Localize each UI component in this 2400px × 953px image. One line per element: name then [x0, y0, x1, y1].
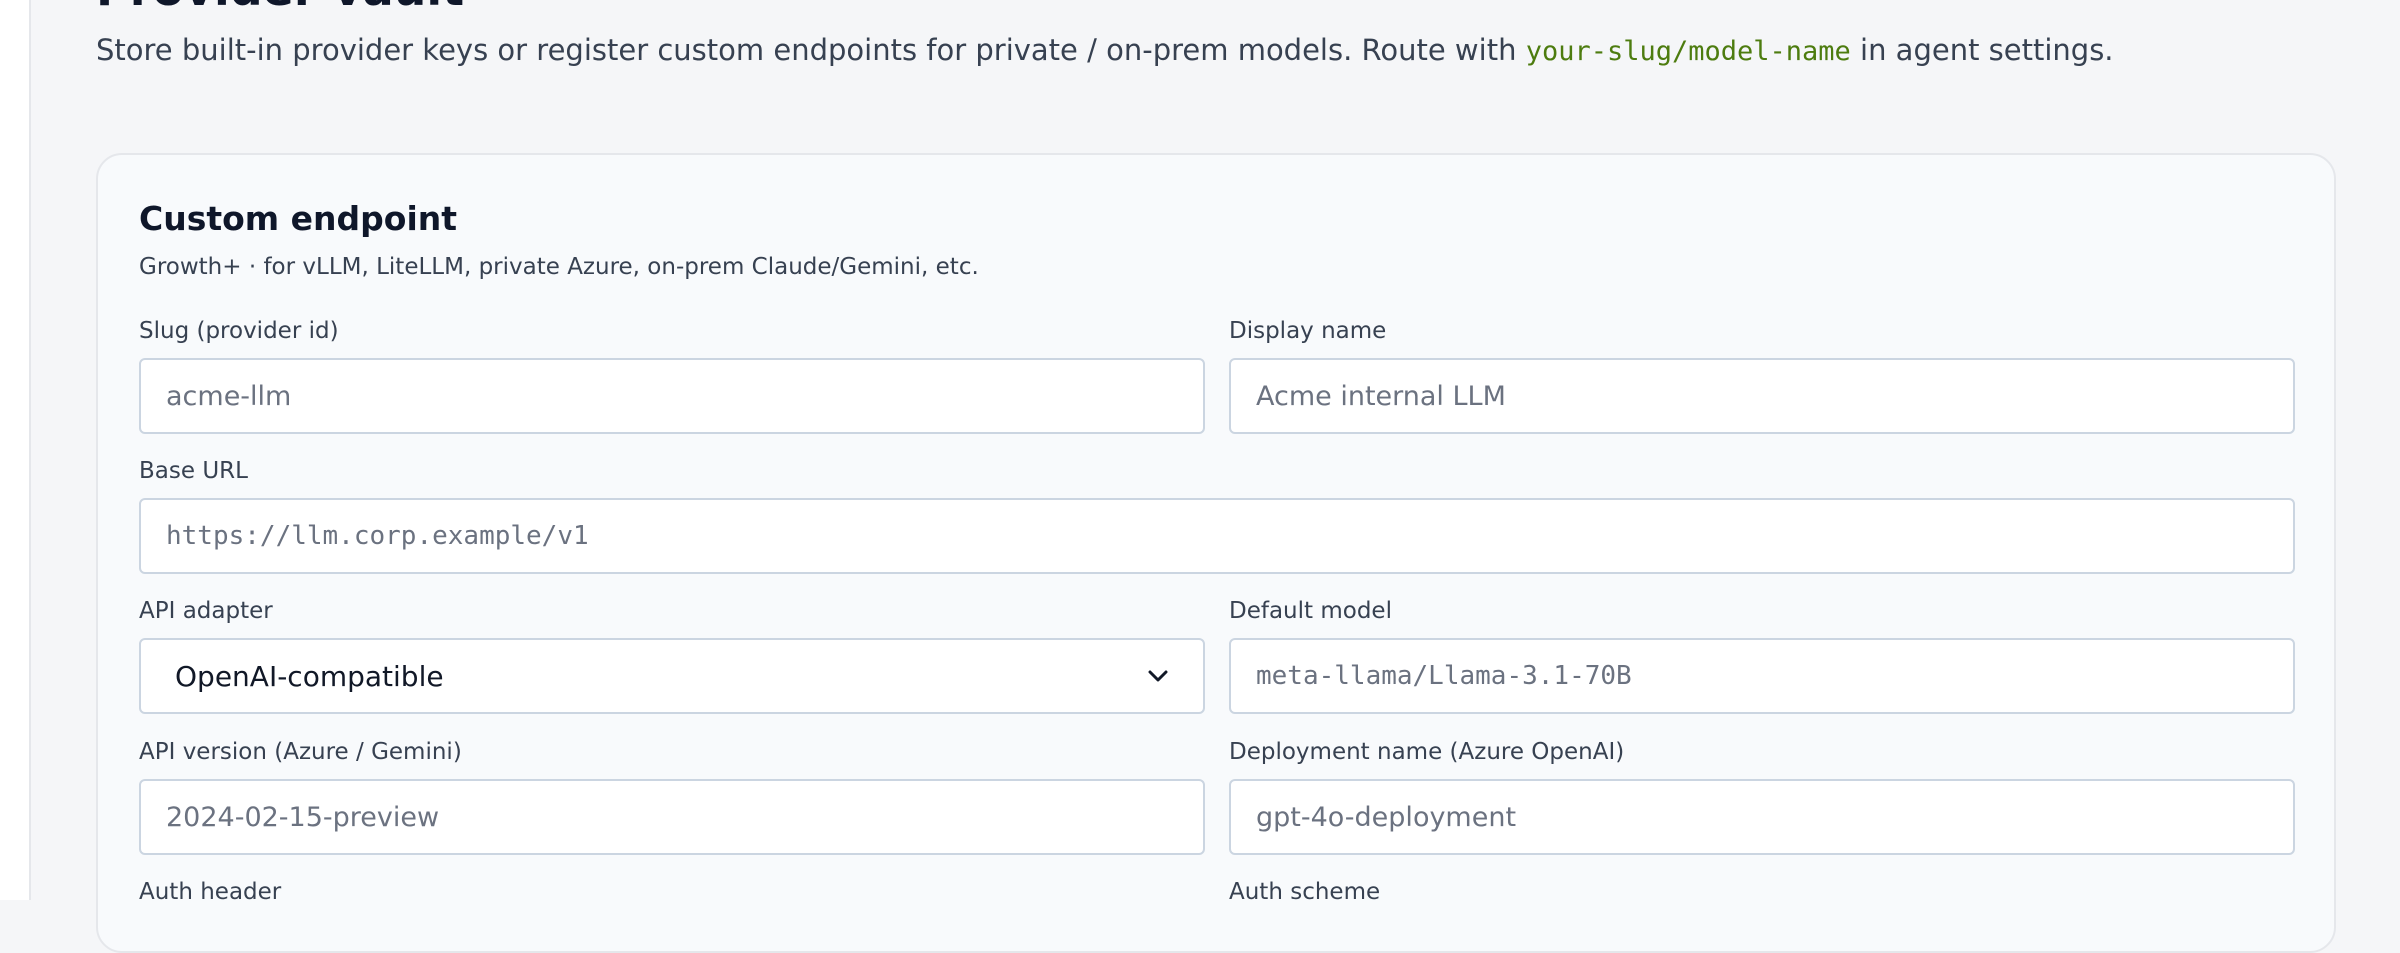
api-adapter-label: API adapter	[139, 598, 273, 624]
slug-input[interactable]	[139, 358, 1205, 434]
left-sidebar-edge	[0, 0, 31, 900]
auth-header-label: Auth header	[139, 879, 282, 905]
description-prefix: Store built-in provider keys or register…	[96, 33, 1517, 67]
description-suffix: in agent settings.	[1860, 33, 2114, 67]
custom-endpoint-card: Custom endpoint Growth+ · for vLLM, Lite…	[96, 153, 2336, 953]
display-name-input[interactable]	[1229, 358, 2295, 434]
deployment-name-label: Deployment name (Azure OpenAI)	[1229, 739, 1625, 765]
card-title: Custom endpoint	[139, 199, 458, 238]
api-version-input[interactable]	[139, 779, 1205, 855]
route-slug-code: your-slug/model-name	[1525, 36, 1851, 67]
card-subtitle: Growth+ · for vLLM, LiteLLM, private Azu…	[139, 254, 979, 280]
deployment-name-input[interactable]	[1229, 779, 2295, 855]
page-description: Store built-in provider keys or register…	[96, 33, 2114, 67]
default-model-input[interactable]	[1229, 638, 2295, 714]
api-adapter-selected-value: OpenAI-compatible	[175, 659, 444, 693]
base-url-label: Base URL	[139, 458, 248, 484]
auth-scheme-label: Auth scheme	[1229, 879, 1381, 905]
display-name-label: Display name	[1229, 318, 1387, 344]
default-model-label: Default model	[1229, 598, 1392, 624]
slug-label: Slug (provider id)	[139, 318, 339, 344]
chevron-down-icon	[1147, 665, 1169, 687]
api-version-label: API version (Azure / Gemini)	[139, 739, 462, 765]
page-title: Provider vault	[96, 0, 464, 16]
base-url-input[interactable]	[139, 498, 2295, 574]
main-content: Provider vault Store built-in provider k…	[31, 0, 2400, 953]
api-adapter-select[interactable]: OpenAI-compatible	[139, 638, 1205, 714]
